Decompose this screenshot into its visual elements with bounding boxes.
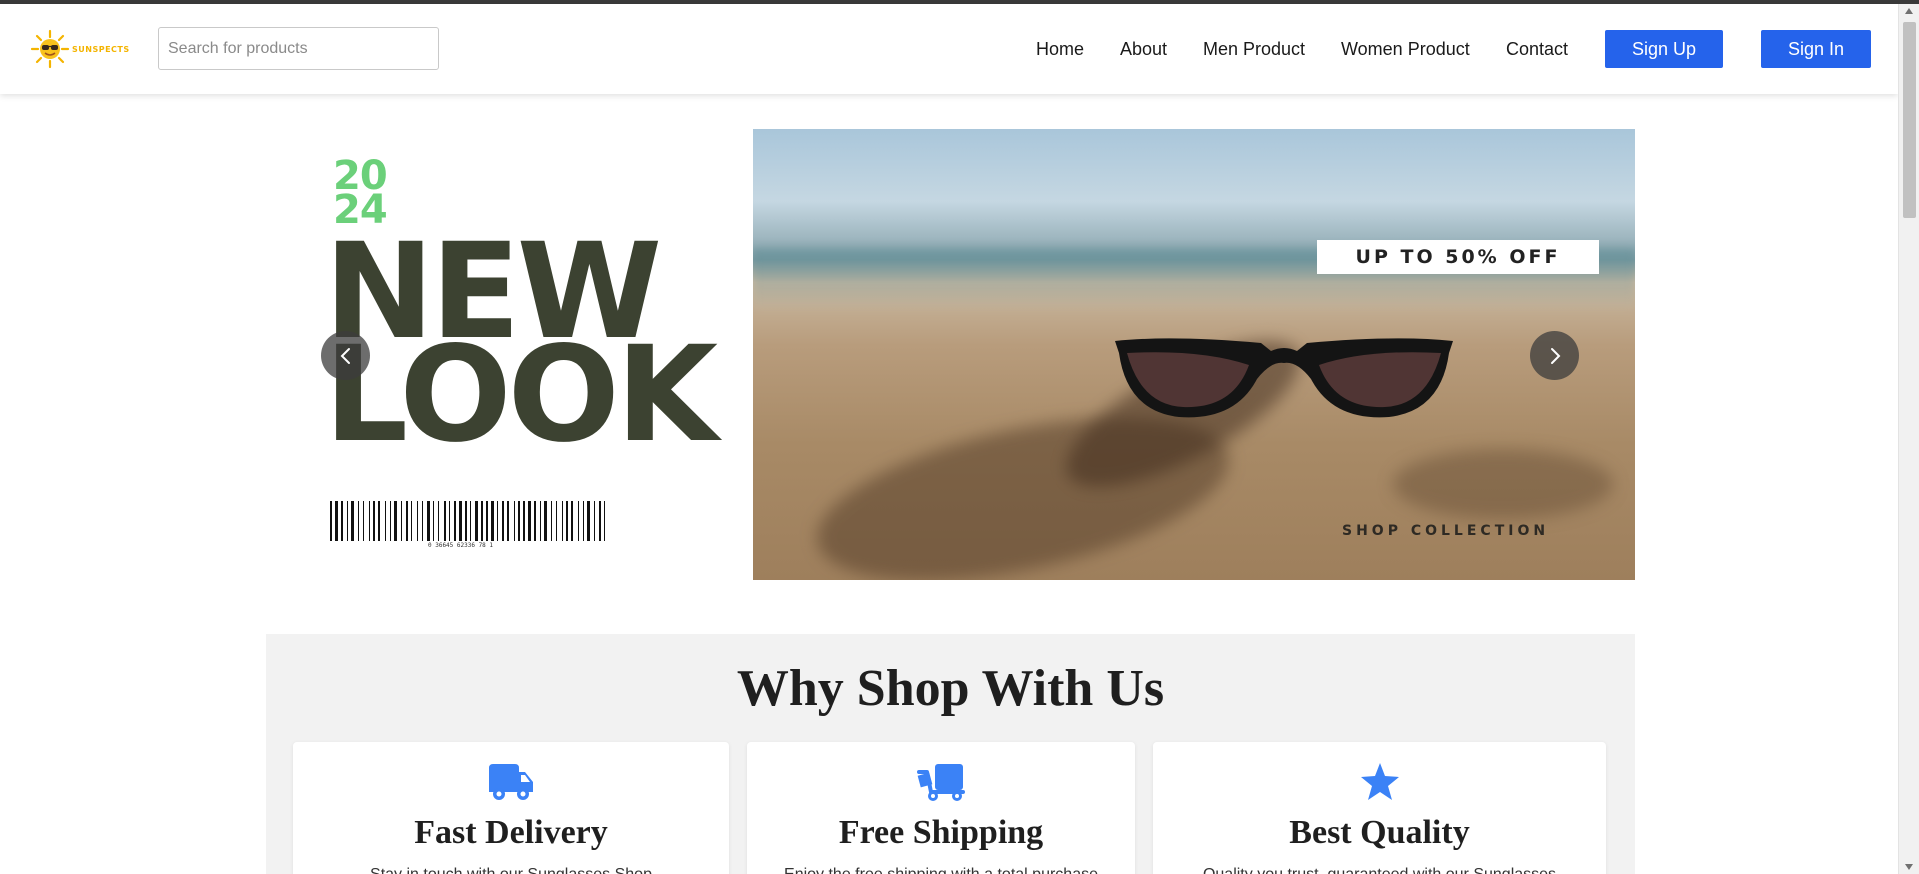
nav-link-men-product[interactable]: Men Product <box>1203 39 1305 60</box>
feature-card-best-quality: Best Quality Quality you trust, guarante… <box>1153 742 1606 874</box>
nav-home-wrap: Home <box>1036 4 1084 94</box>
why-shop-section: Why Shop With Us Fast Delivery Stay in t… <box>266 634 1635 874</box>
nav-link-about[interactable]: About <box>1120 39 1167 60</box>
nav-women-wrap: Women Product <box>1341 4 1470 94</box>
star-icon <box>1360 763 1399 800</box>
banner-photo-sunglasses-on-sand[interactable]: UP TO 50% OFF SHOP COLLECTION <box>753 129 1635 580</box>
sign-in-button[interactable]: Sign In <box>1761 30 1871 68</box>
feature-card-free-shipping: Free Shipping Enjoy the free shipping wi… <box>747 742 1135 874</box>
offer-label: UP TO 50% OFF <box>1317 240 1599 274</box>
carousel-prev-button[interactable] <box>321 331 370 380</box>
feature-title: Fast Delivery <box>414 814 608 851</box>
barcode-image <box>330 501 605 541</box>
dolly-icon <box>917 764 965 801</box>
barcode-number: 0 36645 62336 78 1 <box>428 542 494 549</box>
sunglasses-image <box>1115 338 1453 418</box>
scroll-down-arrow-icon[interactable] <box>1905 864 1913 870</box>
nav-link-contact[interactable]: Contact <box>1506 39 1568 60</box>
sign-up-button[interactable]: Sign Up <box>1605 30 1723 68</box>
shop-collection-link[interactable]: SHOP COLLECTION <box>1342 523 1549 539</box>
photo-sand-shadow <box>1393 449 1613 519</box>
navbar: SUNSPECTS Home About Men Product Women P… <box>0 4 1898 94</box>
page: SUNSPECTS Home About Men Product Women P… <box>0 0 1919 874</box>
why-shop-title: Why Shop With Us <box>736 660 1165 717</box>
feature-icon-wrap <box>1153 762 1606 804</box>
nav-men-wrap: Men Product <box>1203 4 1305 94</box>
brand-name: SUNSPECTS <box>72 44 130 54</box>
feature-card-fast-delivery: Fast Delivery Stay in touch with our Sun… <box>293 742 729 874</box>
nav-link-home[interactable]: Home <box>1036 39 1084 60</box>
chevron-right-icon <box>1550 347 1560 364</box>
carousel-next-button[interactable] <box>1530 331 1579 380</box>
chevron-left-icon <box>340 347 350 364</box>
feature-text: Stay in touch with our Sunglasses Shop <box>293 866 729 874</box>
search-input[interactable] <box>158 27 439 70</box>
feature-icon-wrap <box>293 762 729 804</box>
logo[interactable]: SUNSPECTS <box>30 26 136 72</box>
feature-title: Best Quality <box>1289 814 1470 851</box>
truck-icon <box>489 764 533 800</box>
feature-title: Free Shipping <box>838 814 1044 851</box>
nav-link-women-product[interactable]: Women Product <box>1341 39 1470 60</box>
hero-carousel: 20 24 0 36645 62336 78 1 UP TO 50% OFF S… <box>318 129 1635 580</box>
feature-text: Enjoy the free shipping with a total pur… <box>747 866 1135 874</box>
feature-text: Quality you trust, guaranteed with our S… <box>1153 866 1606 874</box>
sun-logo-icon <box>30 29 70 69</box>
scroll-thumb[interactable] <box>1903 22 1916 218</box>
page-scrollbar[interactable] <box>1898 4 1919 874</box>
nav-contact-wrap: Contact <box>1506 4 1568 94</box>
banner-headline-look: LOOK <box>324 318 718 472</box>
nav-about-wrap: About <box>1120 4 1167 94</box>
feature-icon-wrap <box>747 762 1135 804</box>
scroll-up-arrow-icon[interactable] <box>1905 8 1913 14</box>
